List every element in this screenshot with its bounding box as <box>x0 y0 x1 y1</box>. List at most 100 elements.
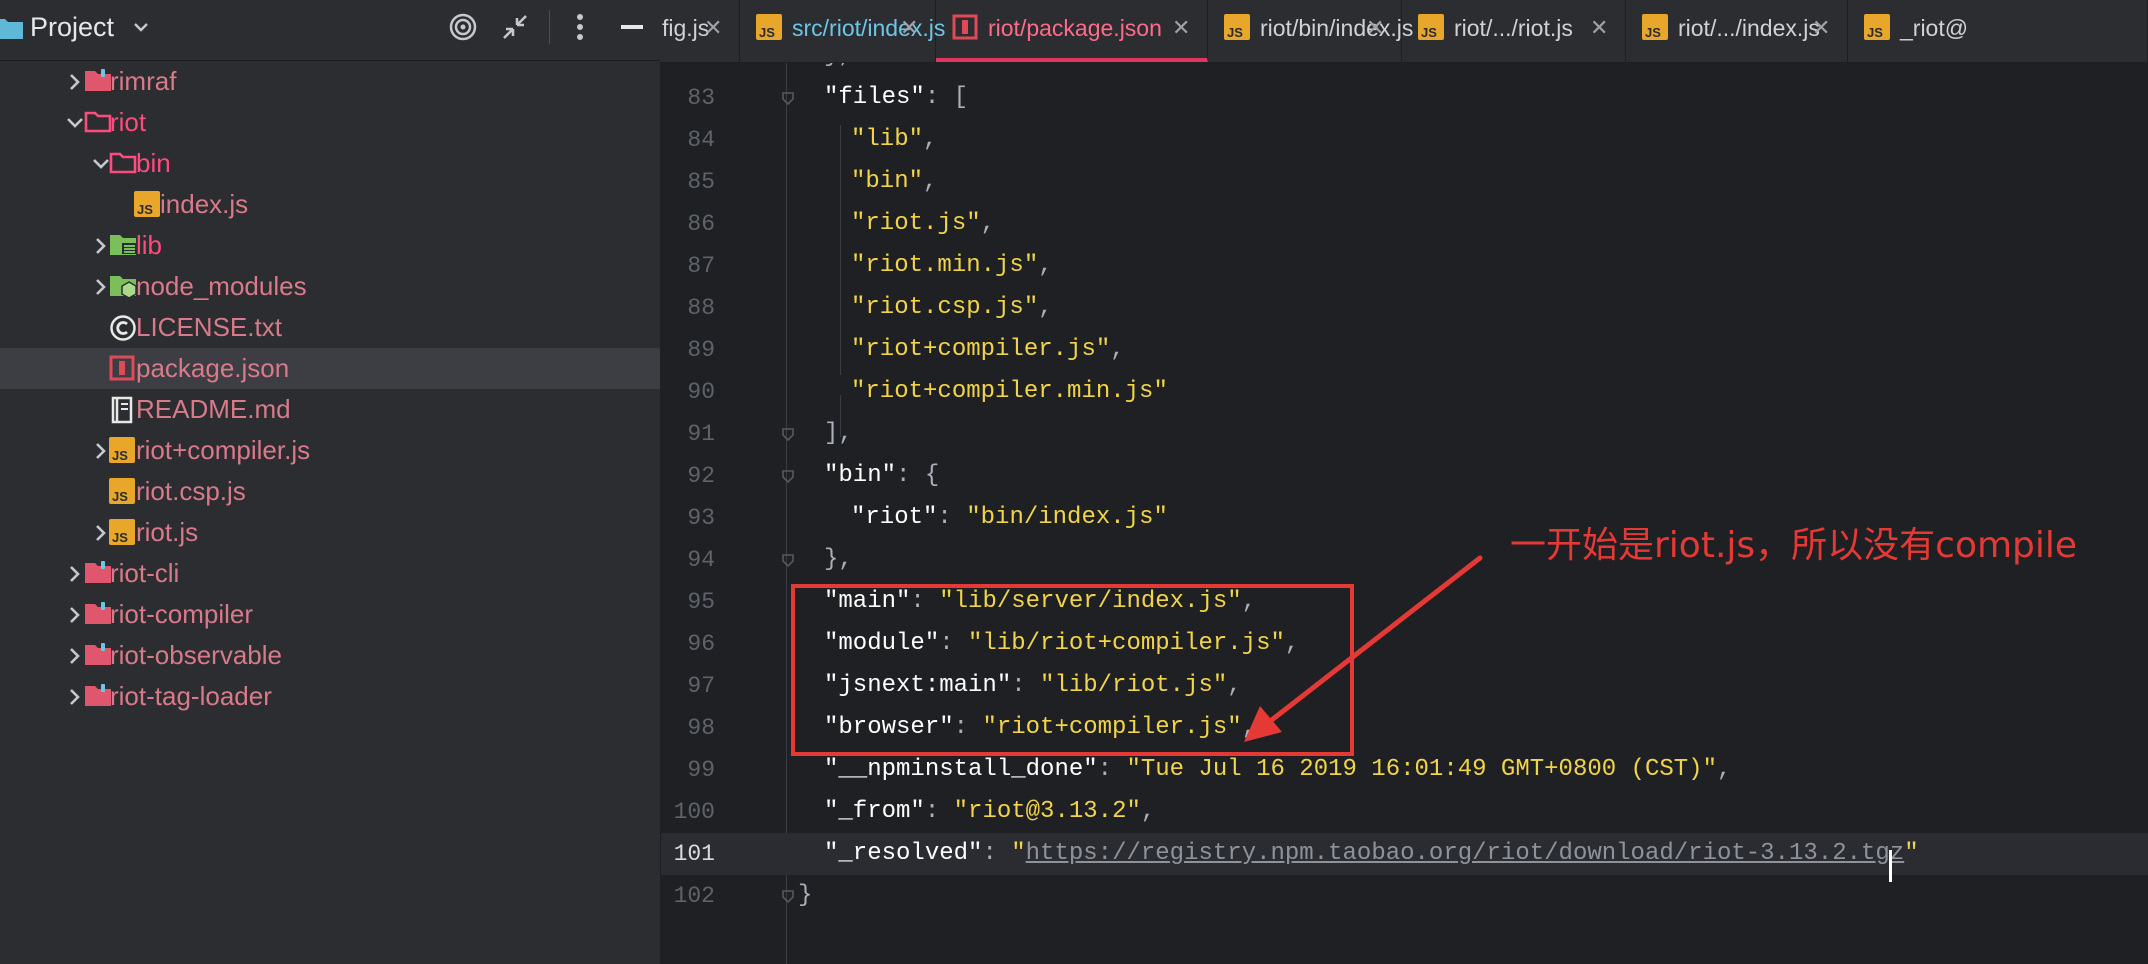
code-text: "files": [ <box>824 77 968 119</box>
editor-tab[interactable]: src/riot/index.js✕ <box>740 0 945 62</box>
tree-item-label: riot-cli <box>110 558 180 588</box>
tree-item[interactable]: rimraf <box>0 61 660 102</box>
editor-tab[interactable]: riot/.../index.js✕ <box>1626 0 1848 62</box>
folder-lib-icon <box>110 235 137 255</box>
close-icon[interactable]: ✕ <box>1812 0 1830 56</box>
package-json-icon <box>109 355 135 381</box>
js-file-icon <box>109 437 135 463</box>
js-file-icon <box>1418 14 1444 40</box>
code-token: : <box>937 504 967 531</box>
chevron-down-icon[interactable] <box>133 20 149 34</box>
folder-node-icon <box>110 276 137 299</box>
tree-item[interactable]: package.json <box>0 348 660 389</box>
folder-icon <box>0 19 23 39</box>
tree-item-label: bin <box>136 148 171 178</box>
tree-item[interactable]: README.md <box>0 389 660 430</box>
code-line: 100 "_from": "riot@3.13.2", <box>661 791 2148 833</box>
tab-label: riot/package.json <box>988 15 1162 41</box>
code-token: , <box>1716 756 1732 783</box>
tree-item[interactable]: lib <box>0 225 660 266</box>
code-editor[interactable]: 82}, 83 "files": [84 "lib", 85 "bin", 86 "riot.… <box>661 63 2148 964</box>
code-token: , <box>923 168 938 195</box>
editor-tab[interactable]: _riot@ <box>1848 0 2148 62</box>
fold-marker-icon[interactable] <box>781 469 795 484</box>
code-token: "riot@3.13.2" <box>953 798 1141 825</box>
tree-item[interactable]: riot+compiler.js <box>0 430 660 471</box>
line-number: 87 <box>687 253 715 279</box>
js-file-icon <box>1864 14 1890 40</box>
readme-file-icon <box>111 396 133 424</box>
tree-item-label: riot.csp.js <box>136 476 246 506</box>
tree-item[interactable]: LICENSE.txt <box>0 307 660 348</box>
tree-item[interactable]: bin <box>0 143 660 184</box>
tree-item[interactable]: riot.js <box>0 512 660 553</box>
toolbar-divider <box>549 10 550 44</box>
tab-label: _riot@ <box>1900 15 1969 41</box>
editor-tab[interactable]: fig.js ✕ <box>660 0 740 62</box>
code-token: "_resolved" <box>824 840 983 867</box>
folder-module-icon <box>85 602 111 624</box>
project-title[interactable]: Project <box>30 0 114 54</box>
tree-item[interactable]: riot <box>0 102 660 143</box>
target-icon[interactable] <box>448 12 478 42</box>
tree-item[interactable]: riot-compiler <box>0 594 660 635</box>
code-line: 85 "bin", <box>661 161 2148 203</box>
code-token: , <box>1038 252 1053 279</box>
editor-tab[interactable]: riot/package.json ✕ <box>936 0 1208 62</box>
minimize-icon[interactable] <box>620 12 644 42</box>
code-token: , <box>1038 294 1053 321</box>
js-file-icon <box>109 478 135 504</box>
code-line: 82}, <box>661 63 2148 77</box>
line-number: 83 <box>687 85 715 111</box>
code-line: 92 "bin": { <box>661 455 2148 497</box>
code-token: https://registry.npm.taobao.org/riot/dow… <box>1025 840 1905 867</box>
code-token: "Tue Jul 16 2019 16:01:49 GMT+0800 (CST)… <box>1126 756 1717 783</box>
code-token: : <box>982 840 1012 867</box>
fold-marker-icon[interactable] <box>781 889 795 904</box>
tab-label: riot/bin/index.js <box>1260 15 1414 41</box>
close-icon[interactable]: ✕ <box>1590 0 1608 56</box>
line-number: 91 <box>687 421 715 447</box>
tree-item[interactable]: riot-tag-loader <box>0 676 660 717</box>
line-number: 96 <box>687 631 715 657</box>
more-options-icon[interactable] <box>572 12 588 42</box>
js-file-icon <box>109 519 135 545</box>
annotation-text: 一开始是riot.js，所以没有compile <box>1510 525 2078 566</box>
code-text: "riot.min.js", <box>851 245 1053 287</box>
close-icon[interactable]: ✕ <box>704 0 722 56</box>
js-file-icon <box>134 191 160 217</box>
code-token: "riot+compiler.min.js" <box>851 378 1168 405</box>
editor-tab[interactable]: riot/.../riot.js ✕ <box>1402 0 1626 62</box>
annotation-arrow <box>1244 555 1483 742</box>
code-token: "bin/index.js" <box>966 504 1168 531</box>
js-file-icon <box>1224 14 1250 40</box>
tree-item[interactable]: riot.csp.js <box>0 471 660 512</box>
code-text: }, <box>824 539 853 581</box>
tab-label: riot/.../riot.js <box>1454 15 1573 41</box>
project-header: Project <box>0 0 660 61</box>
code-line: 86 "riot.js", <box>661 203 2148 245</box>
collapse-icon[interactable] <box>500 12 530 42</box>
fold-marker-icon[interactable] <box>781 427 795 442</box>
code-text: "_from": "riot@3.13.2", <box>824 791 1155 833</box>
tree-item-label: node_modules <box>136 271 307 301</box>
code-line: 83 "files": [ <box>661 77 2148 119</box>
tree-item[interactable]: index.js <box>0 184 660 225</box>
line-number: 101 <box>673 841 715 867</box>
close-icon[interactable]: ✕ <box>1366 0 1384 56</box>
editor-tab[interactable]: riot/bin/index.js✕ <box>1208 0 1413 62</box>
tree-item[interactable]: riot-observable <box>0 635 660 676</box>
code-token: "riot.csp.js" <box>851 294 1039 321</box>
line-number: 92 <box>687 463 715 489</box>
code-text: "bin", <box>851 161 937 203</box>
fold-marker-icon[interactable] <box>781 91 795 106</box>
tree-item-label: lib <box>136 230 163 260</box>
code-text: } <box>798 875 812 917</box>
fold-marker-icon[interactable] <box>781 553 795 568</box>
close-icon[interactable]: ✕ <box>1172 0 1190 56</box>
tree-item[interactable]: node_modules <box>0 266 660 307</box>
line-number: 89 <box>687 337 715 363</box>
close-icon[interactable]: ✕ <box>900 0 918 56</box>
tree-item[interactable]: riot-cli <box>0 553 660 594</box>
code-token: "lib" <box>851 126 924 153</box>
